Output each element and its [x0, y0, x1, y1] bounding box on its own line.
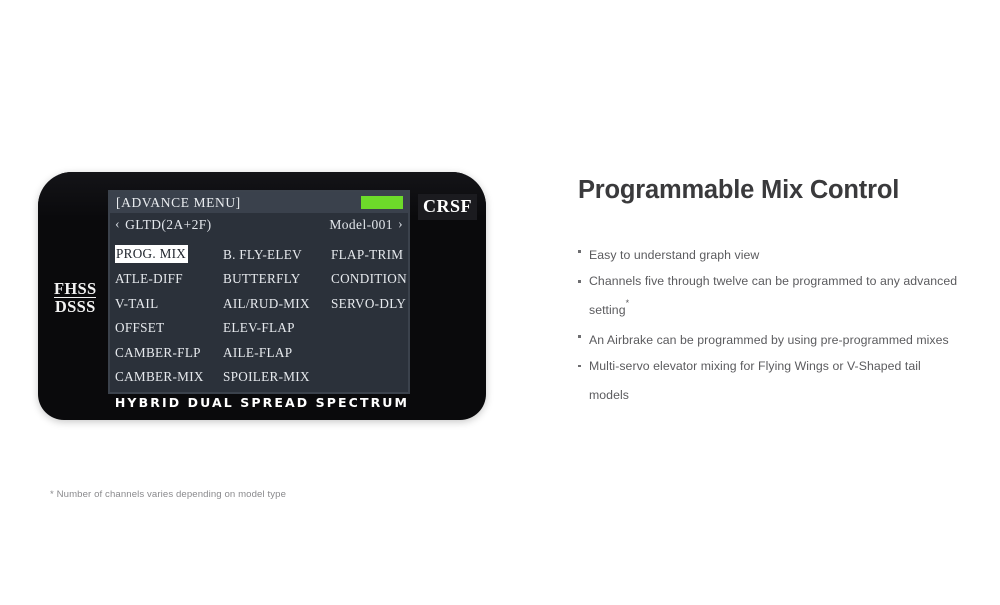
list-item: Channels five through twelve can be prog…: [578, 269, 958, 324]
lcd-model-bar: ‹ GLTD(2A+2F) Model-001 ›: [110, 213, 408, 236]
menu-item-aile-flap[interactable]: AILE-FLAP: [223, 345, 331, 358]
menu-item-flap-trim[interactable]: FLAP-TRIM: [331, 247, 408, 260]
list-item: An Airbrake can be programmed by using p…: [578, 324, 958, 354]
fhss-dsss-badge: FHSS DSSS: [54, 279, 97, 316]
menu-item-servo-dly[interactable]: SERVO-DLY: [331, 296, 408, 309]
spectrum-wordmark: HYBRID DUAL SPREAD SPECTRUM: [114, 395, 410, 410]
bullet-text: An Airbrake can be programmed by using p…: [589, 333, 949, 348]
advance-menu-grid: PROG. MIX B. FLY-ELEV FLAP-TRIM ATLE-DIF…: [110, 236, 408, 389]
menu-item-camber-mix[interactable]: CAMBER-MIX: [115, 370, 223, 383]
lcd-header-bar: [ADVANCE MENU]: [110, 192, 408, 213]
menu-item-b-fly-elev[interactable]: B. FLY-ELEV: [223, 247, 331, 260]
bullet-text: Channels five through twelve can be prog…: [589, 273, 958, 318]
feature-content: Programmable Mix Control Easy to underst…: [578, 176, 958, 409]
bullet-text: Multi-servo elevator mixing for Flying W…: [589, 358, 921, 403]
page-title: Programmable Mix Control: [578, 176, 900, 204]
menu-item-spoiler-mix[interactable]: SPOILER-MIX: [223, 370, 331, 383]
lcd-menu-title: [ADVANCE MENU]: [116, 194, 241, 210]
menu-item-camber-flp[interactable]: CAMBER-FLP: [115, 345, 223, 358]
lcd-screen: [ADVANCE MENU] ‹ GLTD(2A+2F) Model-001 ›…: [108, 190, 410, 394]
transmitter-device: [ADVANCE MENU] ‹ GLTD(2A+2F) Model-001 ›…: [38, 172, 486, 420]
footnote-text: * Number of channels varies depending on…: [50, 489, 287, 500]
chevron-left-icon[interactable]: ‹: [115, 217, 120, 233]
menu-item-prog-mix[interactable]: PROG. MIX: [115, 245, 189, 264]
menu-item-v-tail[interactable]: V-TAIL: [115, 296, 223, 309]
model-name-label: Model-001: [329, 216, 393, 232]
menu-item-condition[interactable]: CONDITION: [331, 272, 408, 285]
menu-item-ail-rud-mix[interactable]: AIL/RUD-MIX: [223, 296, 331, 309]
crsf-badge: CRSF: [418, 194, 478, 220]
model-type-label: GLTD(2A+2F): [125, 216, 212, 232]
fhss-label: FHSS: [54, 279, 97, 298]
bullet-footnote-marker: *: [625, 297, 630, 308]
list-item: Multi-servo elevator mixing for Flying W…: [578, 354, 958, 409]
dsss-label: DSSS: [54, 297, 96, 316]
battery-icon: [357, 196, 403, 209]
model-type-group[interactable]: ‹ GLTD(2A+2F): [115, 217, 212, 233]
menu-item-elev-flap[interactable]: ELEV-FLAP: [223, 321, 331, 334]
feature-bullet-list: Easy to understand graph view Channels f…: [578, 239, 958, 408]
menu-item-butterfly[interactable]: BUTTERFLY: [223, 272, 331, 285]
chevron-right-icon[interactable]: ›: [398, 217, 403, 233]
menu-item-atle-diff[interactable]: ATLE-DIFF: [115, 272, 223, 285]
list-item: Easy to understand graph view: [578, 239, 958, 269]
menu-item-offset[interactable]: OFFSET: [115, 321, 223, 334]
bullet-text: Easy to understand graph view: [589, 248, 760, 263]
model-name-group[interactable]: Model-001 ›: [329, 217, 403, 233]
